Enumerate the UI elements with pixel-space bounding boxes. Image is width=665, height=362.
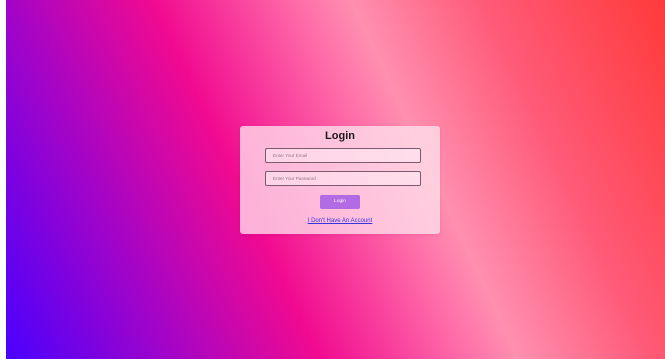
login-title: Login bbox=[325, 130, 355, 142]
password-input[interactable]: Enter Your Password bbox=[265, 171, 421, 186]
email-input[interactable]: Enter Your Email bbox=[265, 148, 421, 163]
login-button[interactable]: Login bbox=[320, 195, 360, 209]
login-card: Login Enter Your Email Enter Your Passwo… bbox=[240, 126, 440, 234]
no-account-link[interactable]: I Don't Have An Account bbox=[240, 218, 440, 224]
page-background: Login Enter Your Email Enter Your Passwo… bbox=[6, 0, 665, 359]
